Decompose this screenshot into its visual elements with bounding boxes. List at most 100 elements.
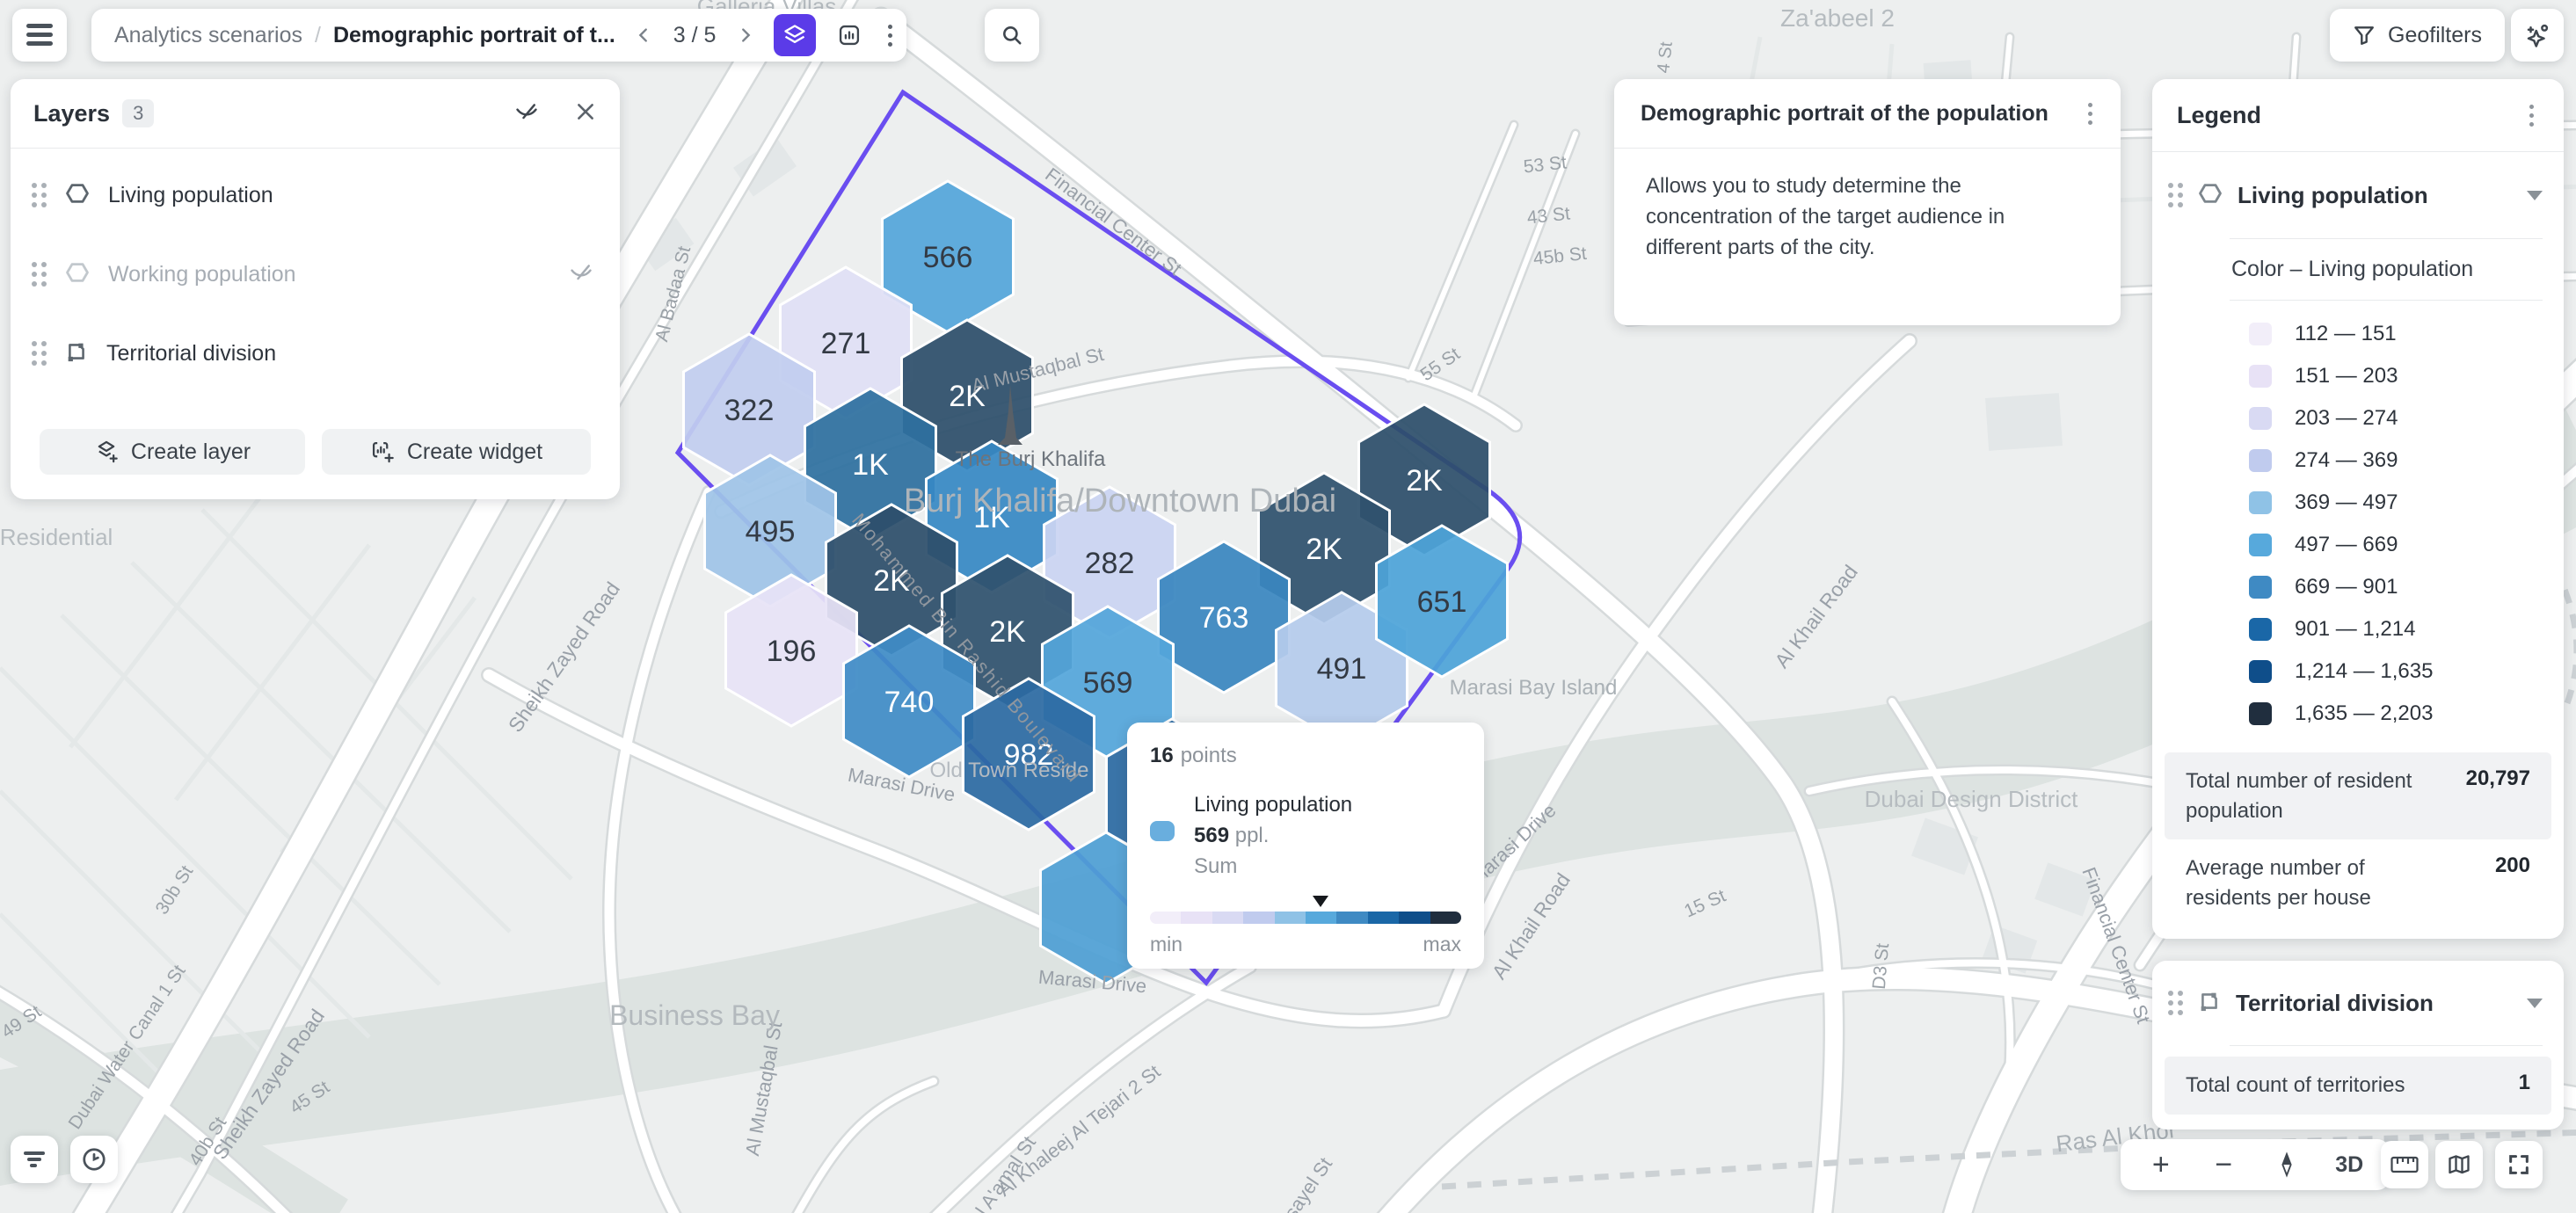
- measure-button[interactable]: [2381, 1141, 2428, 1188]
- layers-icon: [782, 23, 807, 47]
- legend-range-row[interactable]: 1,635 — 2,203: [2249, 693, 2564, 735]
- filter-lines-icon: [23, 1150, 46, 1169]
- info-card-title: Demographic portrait of the population: [1641, 101, 2048, 127]
- scenario-toolbar: Analytics scenarios / Demographic portra…: [91, 9, 906, 62]
- map-label: Burj Khalifa/Downtown Dubai: [904, 483, 1336, 519]
- hexagon-value-label: 740: [884, 686, 935, 719]
- create-layer-label: Create layer: [131, 439, 251, 465]
- bar-chart-icon: [837, 23, 862, 47]
- range-label: 274 — 369: [2295, 448, 2398, 473]
- ruler-icon: [2390, 1156, 2419, 1173]
- map-label: Dubai Design District: [1865, 786, 2079, 812]
- create-layer-button[interactable]: Create layer: [40, 429, 305, 475]
- close-panel-button[interactable]: [574, 100, 597, 127]
- drag-handle-icon[interactable]: [32, 183, 47, 207]
- funnel-icon: [2353, 24, 2376, 47]
- toggle-3d-button[interactable]: 3D: [2325, 1154, 2373, 1176]
- legend-range-row[interactable]: 203 — 274: [2249, 397, 2564, 439]
- tooltip-value: 569 ppl.: [1194, 820, 1352, 851]
- info-card-more-button[interactable]: [2083, 98, 2098, 130]
- drag-handle-icon[interactable]: [32, 262, 47, 287]
- range-color-swatch: [2249, 618, 2272, 641]
- hexagon-value-label: 271: [821, 327, 871, 360]
- legend-range-row[interactable]: 369 — 497: [2249, 482, 2564, 524]
- map-zoom-controls: + − 3D: [2121, 1139, 2390, 1190]
- map-icon: [2446, 1152, 2472, 1177]
- range-label: 203 — 274: [2295, 406, 2398, 431]
- map-filter-button[interactable]: [11, 1136, 58, 1183]
- tooltip-layer-swatch: [1150, 821, 1175, 841]
- hexagon-value-label: 196: [767, 635, 817, 668]
- hexagon-value-label: 2K: [1306, 533, 1343, 566]
- chevron-right-icon: [736, 25, 755, 45]
- legend-range-row[interactable]: 274 — 369: [2249, 439, 2564, 482]
- scale-min-label: min: [1150, 933, 1182, 956]
- fullscreen-button[interactable]: [2495, 1141, 2543, 1188]
- legend-range-row[interactable]: 669 — 901: [2249, 566, 2564, 608]
- scale-max-label: max: [1423, 933, 1461, 956]
- stat-row: Total number of resident population20,79…: [2165, 752, 2551, 839]
- main-menu-button[interactable]: [12, 9, 67, 62]
- stat-row: Total count of territories1: [2165, 1057, 2551, 1115]
- range-color-swatch: [2249, 407, 2272, 430]
- legend-range-row[interactable]: 112 — 151: [2249, 313, 2564, 355]
- tooltip-color-scale: [1150, 912, 1461, 924]
- layer-row[interactable]: Working population: [11, 235, 620, 314]
- legend-title: Legend: [2177, 102, 2261, 129]
- legend-range-row[interactable]: 901 — 1,214: [2249, 608, 2564, 650]
- layer-row[interactable]: Living population: [11, 156, 620, 235]
- prev-page-button[interactable]: [628, 14, 659, 56]
- create-widget-icon: [370, 439, 395, 464]
- chevron-down-icon[interactable]: [2527, 999, 2543, 1008]
- layers-panel-title: Layers: [33, 100, 110, 127]
- create-widget-label: Create widget: [407, 439, 542, 465]
- legend-panel: Legend Living population Color – Living …: [2152, 79, 2564, 939]
- search-button[interactable]: [985, 9, 1039, 62]
- zoom-in-button[interactable]: +: [2137, 1150, 2185, 1180]
- next-page-button[interactable]: [730, 14, 761, 56]
- legend-layer-living[interactable]: Living population: [2152, 152, 2564, 238]
- geofilters-label: Geofilters: [2388, 23, 2482, 48]
- compass-button[interactable]: [2263, 1151, 2310, 1178]
- create-layer-icon: [94, 439, 119, 464]
- ai-assistant-button[interactable]: [2511, 9, 2564, 62]
- map-label: Residential: [0, 524, 113, 550]
- create-widget-button[interactable]: Create widget: [322, 429, 591, 475]
- drag-handle-icon[interactable]: [2168, 183, 2183, 207]
- basemap-button[interactable]: [2435, 1141, 2483, 1188]
- widgets-button[interactable]: [828, 14, 870, 56]
- geofilters-button[interactable]: Geofilters: [2330, 9, 2505, 62]
- drag-handle-icon[interactable]: [32, 341, 47, 366]
- visibility-off-icon[interactable]: [569, 260, 593, 289]
- hexagon-value-label: 651: [1417, 585, 1467, 619]
- stat-value: 1: [2519, 1071, 2530, 1100]
- range-label: 112 — 151: [2295, 322, 2397, 346]
- legend-range-row[interactable]: 1,214 — 1,635: [2249, 650, 2564, 693]
- chevron-down-icon[interactable]: [2527, 191, 2543, 200]
- stat-label: Average number of residents per house: [2186, 853, 2449, 912]
- toolbar-more-button[interactable]: [883, 19, 898, 52]
- legend-layer-territorial[interactable]: Territorial division: [2152, 961, 2564, 1045]
- time-machine-button[interactable]: [70, 1136, 118, 1183]
- layers-toggle-button[interactable]: [774, 14, 816, 56]
- stat-value: 20,797: [2466, 766, 2530, 825]
- layer-row[interactable]: Territorial division: [11, 314, 620, 393]
- breadcrumb-root[interactable]: Analytics scenarios: [114, 23, 302, 48]
- drag-handle-icon[interactable]: [2168, 991, 2183, 1015]
- hexagon-value-label: 282: [1085, 547, 1135, 580]
- hexagon-value-label: 2K: [1406, 464, 1443, 498]
- legend-range-row[interactable]: 151 — 203: [2249, 355, 2564, 397]
- scenario-title: Demographic portrait of t...: [333, 23, 615, 48]
- hexagon-value-label: 566: [923, 241, 973, 274]
- range-label: 669 — 901: [2295, 575, 2398, 599]
- hide-all-layers-button[interactable]: [514, 99, 539, 128]
- legend-more-button[interactable]: [2524, 99, 2539, 132]
- legend-range-row[interactable]: 497 — 669: [2249, 524, 2564, 566]
- range-label: 369 — 497: [2295, 490, 2398, 515]
- hexagon-value-label: 322: [724, 394, 775, 427]
- hexagon-value-label: 2K: [989, 615, 1026, 649]
- hamburger-icon: [26, 24, 53, 47]
- range-color-swatch: [2249, 702, 2272, 725]
- zoom-out-button[interactable]: −: [2200, 1150, 2247, 1180]
- tooltip-layer-name: Living population: [1194, 789, 1352, 820]
